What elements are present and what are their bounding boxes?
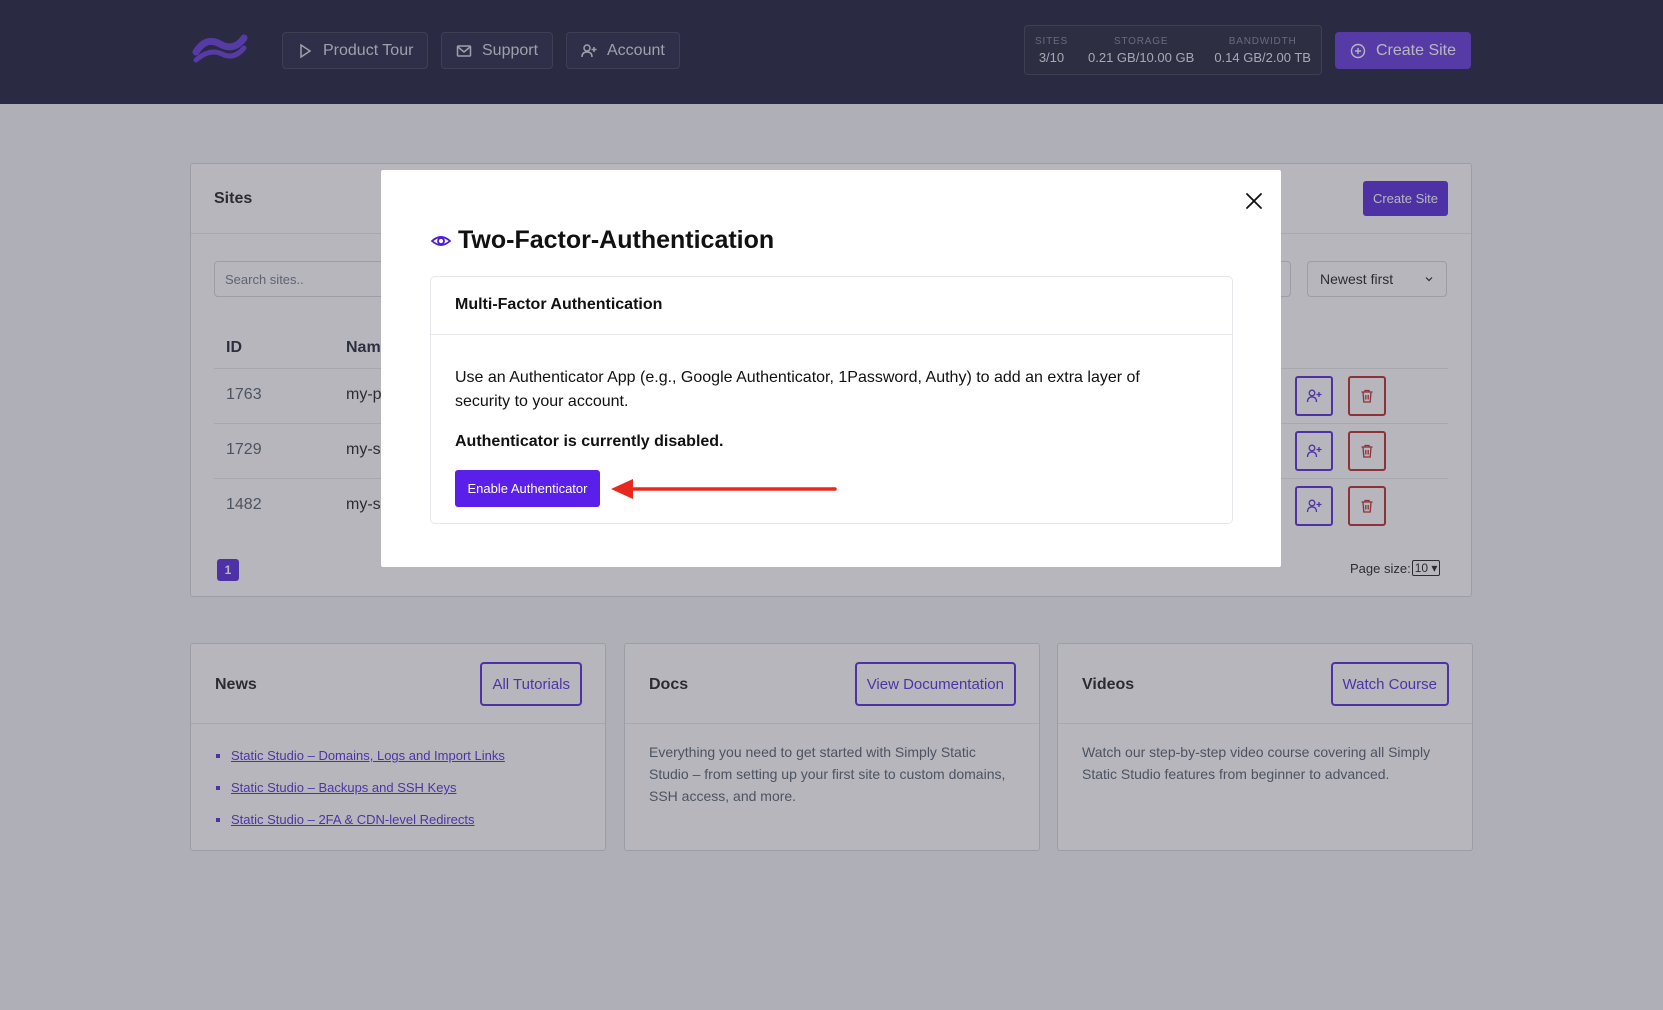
arrow-left-icon [611,479,837,499]
close-icon[interactable] [1243,190,1265,212]
enable-authenticator-button[interactable]: Enable Authenticator [455,470,600,507]
mfa-status: Authenticator is currently disabled. [455,433,724,450]
mfa-description: Use an Authenticator App (e.g., Google A… [455,369,1140,410]
two-factor-modal: Two-Factor-Authentication Multi-Factor A… [381,170,1281,567]
modal-title: Two-Factor-Authentication [430,226,774,255]
mfa-section-title: Multi-Factor Authentication [455,296,663,313]
eye-icon [430,235,452,246]
modal-title-text: Two-Factor-Authentication [458,226,775,254]
mfa-divider [431,334,1232,335]
